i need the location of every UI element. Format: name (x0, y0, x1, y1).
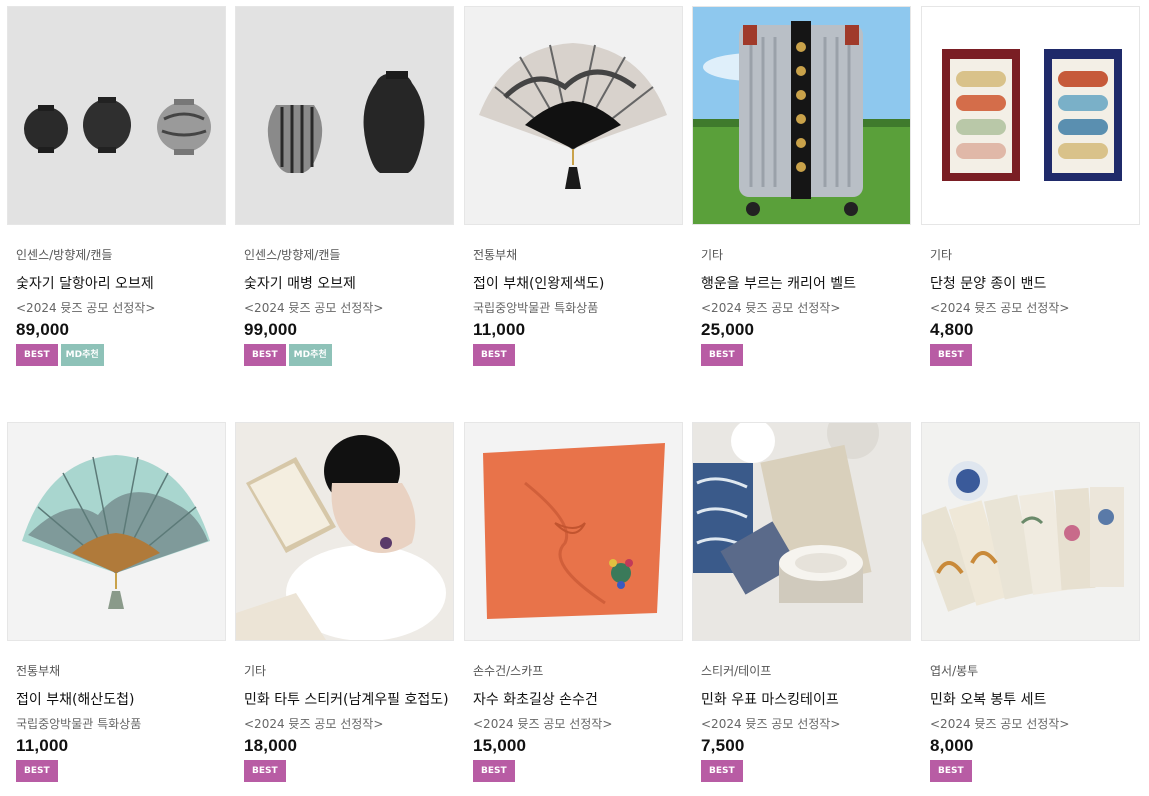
product-category: 손수건/스카프 (473, 664, 544, 678)
product-category: 엽서/봉투 (930, 664, 979, 678)
product-name[interactable]: 민화 우표 마스킹테이프 (701, 689, 839, 709)
product-name[interactable]: 접이 부채(해산도첩) (16, 689, 134, 709)
best-badge: BEST (473, 760, 515, 782)
md-pick-badge: MD추천 (60, 344, 104, 366)
product-category: 전통부채 (473, 248, 518, 262)
product-category: 스티커/테이프 (701, 664, 772, 678)
md-pick-badge: MD추천 (288, 344, 332, 366)
badge-group: BEST (701, 760, 743, 782)
product-name[interactable]: 행운을 부르는 캐리어 벨트 (701, 273, 856, 293)
product-name[interactable]: 접이 부채(인왕제색도) (473, 273, 604, 293)
product-price: 4,800 (930, 320, 974, 339)
product-category: 기타 (244, 664, 267, 678)
product-subtitle: <2024 뮷즈 공모 선정작> (244, 717, 384, 731)
product-name[interactable]: 자수 화초길상 손수건 (473, 689, 598, 709)
best-badge: BEST (244, 344, 286, 366)
best-badge: BEST (16, 760, 58, 782)
product-price: 18,000 (244, 736, 298, 755)
product-category: 인센스/방향제/캔들 (244, 248, 341, 262)
product-image[interactable] (235, 422, 454, 641)
product-price: 99,000 (244, 320, 298, 339)
best-badge: BEST (701, 760, 743, 782)
product-image[interactable] (921, 422, 1140, 641)
product-price: 11,000 (473, 320, 526, 339)
product-image[interactable] (692, 422, 911, 641)
product-subtitle: <2024 뮷즈 공모 선정작> (701, 717, 841, 731)
product-subtitle: 국립중앙박물관 특화상품 (16, 717, 142, 731)
product-name[interactable]: 민화 타투 스티커(남계우필 호접도) (244, 689, 449, 709)
product-subtitle: <2024 뮷즈 공모 선정작> (930, 301, 1070, 315)
product-subtitle: <2024 뮷즈 공모 선정작> (473, 717, 613, 731)
product-subtitle: 국립중앙박물관 특화상품 (473, 301, 599, 315)
badge-group: BEST MD추천 (244, 344, 332, 366)
product-name[interactable]: 단청 문양 종이 밴드 (930, 273, 1046, 293)
product-subtitle: <2024 뮷즈 공모 선정작> (930, 717, 1070, 731)
badge-group: BEST (930, 344, 972, 366)
product-image[interactable] (235, 6, 454, 225)
best-badge: BEST (930, 344, 972, 366)
best-badge: BEST (244, 760, 286, 782)
badge-group: BEST (473, 760, 515, 782)
best-badge: BEST (701, 344, 743, 366)
badge-group: BEST (16, 760, 58, 782)
product-price: 7,500 (701, 736, 745, 755)
product-price: 15,000 (473, 736, 527, 755)
product-category: 전통부채 (16, 664, 61, 678)
best-badge: BEST (473, 344, 515, 366)
product-category: 기타 (701, 248, 724, 262)
product-subtitle: <2024 뮷즈 공모 선정작> (701, 301, 841, 315)
badge-group: BEST (930, 760, 972, 782)
product-image[interactable] (921, 6, 1140, 225)
badge-group: BEST (473, 344, 515, 366)
product-price: 89,000 (16, 320, 70, 339)
product-grid: 인센스/방향제/캔들 숯자기 달항아리 오브제 <2024 뮷즈 공모 선정작>… (0, 0, 1149, 796)
badge-group: BEST (701, 344, 743, 366)
product-price: 25,000 (701, 320, 755, 339)
product-image[interactable] (692, 6, 911, 225)
product-image[interactable] (7, 6, 226, 225)
product-image[interactable] (464, 6, 683, 225)
product-price: 8,000 (930, 736, 974, 755)
product-price: 11,000 (16, 736, 69, 755)
product-name[interactable]: 민화 오복 봉투 세트 (930, 689, 1046, 709)
product-name[interactable]: 숯자기 달항아리 오브제 (16, 273, 154, 293)
product-category: 인센스/방향제/캔들 (16, 248, 113, 262)
badge-group: BEST (244, 760, 286, 782)
product-subtitle: <2024 뮷즈 공모 선정작> (16, 301, 156, 315)
product-image[interactable] (464, 422, 683, 641)
badge-group: BEST MD추천 (16, 344, 104, 366)
best-badge: BEST (16, 344, 58, 366)
product-subtitle: <2024 뮷즈 공모 선정작> (244, 301, 384, 315)
product-image[interactable] (7, 422, 226, 641)
product-name[interactable]: 숯자기 매병 오브제 (244, 273, 356, 293)
best-badge: BEST (930, 760, 972, 782)
product-category: 기타 (930, 248, 953, 262)
